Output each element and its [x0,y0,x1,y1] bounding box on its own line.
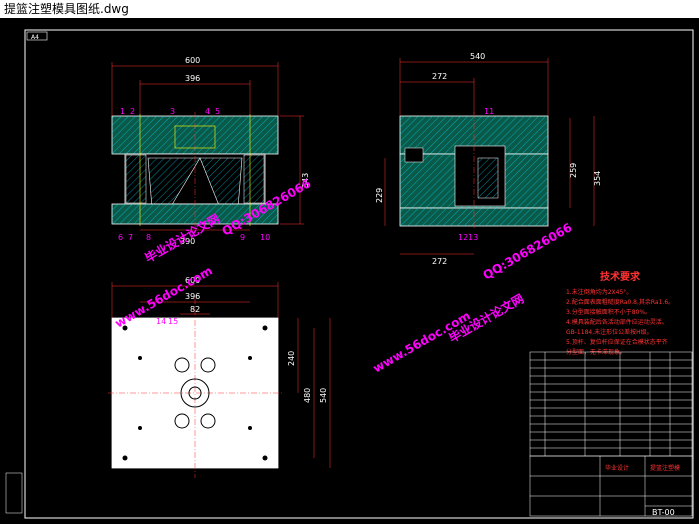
dim-side-540: 540 [470,52,485,61]
cad-drawing[interactable]: A4 600 396 390 343 1 2 3 4 5 6 7 8 9 10 … [0,18,699,520]
balloon-15: 15 [168,317,178,326]
frame-tag: A4 [31,34,39,41]
dim-plan-480: 480 [303,388,312,403]
title-block-name: 提篮注塑模 [650,464,680,472]
dim-side-272-top: 272 [432,72,447,81]
svg-text:4.模具装配后各活动部件应运动灵活。: 4.模具装配后各活动部件应运动灵活。 [566,318,668,326]
balloon-11: 11 [484,107,494,116]
window-title: 提篮注塑模具图纸.dwg [4,2,129,16]
dim-front-396: 396 [185,74,200,83]
dim-plan-240: 240 [287,351,296,366]
title-block-part-no: BT-00 [652,508,675,517]
svg-text:1.未注倒角均为2X45°。: 1.未注倒角均为2X45°。 [566,288,632,296]
svg-text:6: 6 [118,233,123,242]
svg-text:10: 10 [260,233,270,242]
side-view [399,112,549,230]
drawing-canvas[interactable]: A4 600 396 390 343 1 2 3 4 5 6 7 8 9 10 … [0,18,699,520]
svg-text:2: 2 [130,107,135,116]
svg-text:2.配合面表面粗糙度Ra0.8,其余Ra1.6。: 2.配合面表面粗糙度Ra0.8,其余Ra1.6。 [566,298,674,306]
svg-text:5.顶杆、复位杆应保证在合模状态平齐: 5.顶杆、复位杆应保证在合模状态平齐 [566,338,668,346]
balloon-12: 12 [458,233,468,242]
tech-req-title: 技术要求 [600,270,641,283]
svg-text:GB-1184,未注形位公差按H级。: GB-1184,未注形位公差按H级。 [566,328,653,336]
svg-text:9: 9 [240,233,245,242]
dim-plan-82: 82 [190,305,200,314]
svg-text:QQ:306826066: QQ:306826066 [481,220,575,282]
svg-text:3.分型面接触面积不小于80%。: 3.分型面接触面积不小于80%。 [566,308,651,316]
svg-text:3: 3 [170,107,175,116]
tech-requirements: 技术要求 1.未注倒角均为2X45°。 2.配合面表面粗糙度Ra0.8,其余Ra… [566,270,674,356]
svg-text:7: 7 [128,233,133,242]
svg-text:4: 4 [205,107,210,116]
parts-list [529,351,693,457]
balloon-13: 13 [468,233,478,242]
dim-side-354: 354 [593,171,602,186]
left-margin-table [5,472,23,514]
dim-side-272-bottom: 272 [432,257,447,266]
dim-plan-540: 540 [319,388,328,403]
plan-view [108,298,282,478]
dim-side-259: 259 [569,163,578,178]
title-block-school: 毕业设计 [605,464,629,472]
window-titlebar: 提篮注塑模具图纸.dwg [0,0,699,18]
dim-side-229: 229 [375,188,384,203]
dim-plan-396: 396 [185,292,200,301]
balloon-14: 14 [156,317,166,326]
dim-front-600: 600 [185,56,200,65]
svg-text:5: 5 [215,107,220,116]
svg-text:8: 8 [146,233,151,242]
svg-text:1: 1 [120,107,125,116]
